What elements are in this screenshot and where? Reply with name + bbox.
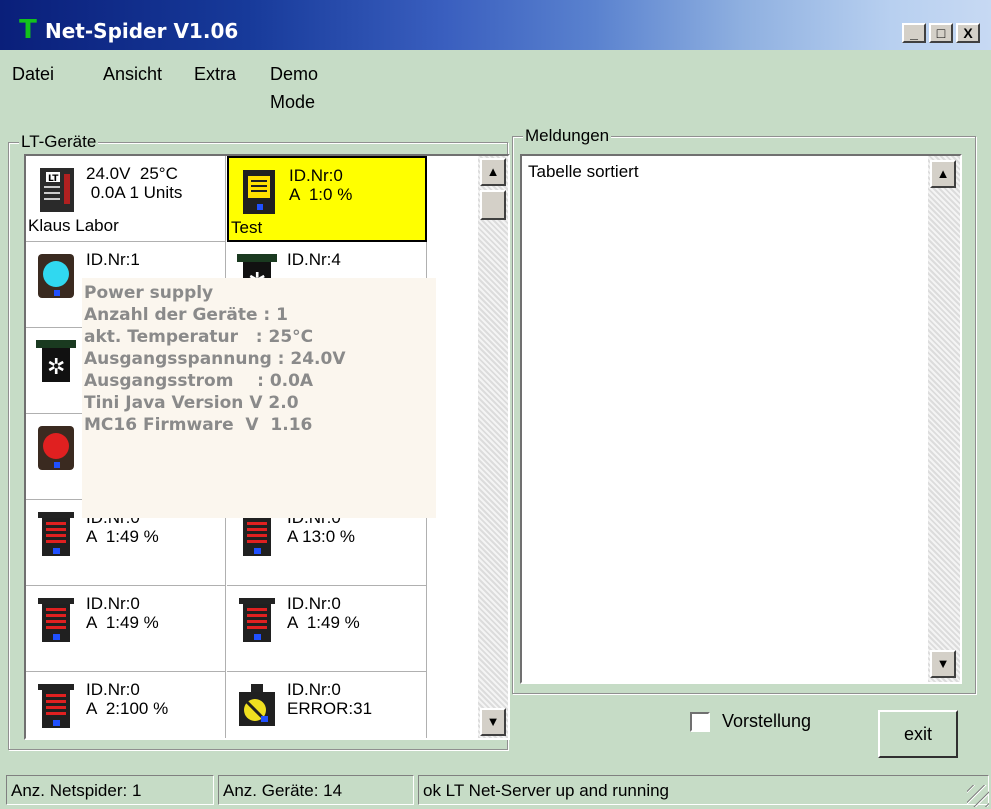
device-id-label: ID.Nr:0 bbox=[287, 680, 341, 699]
messages-scroll-up-button[interactable]: ▲ bbox=[930, 160, 956, 188]
title-bar[interactable]: T Net-Spider V1.06 _ □ X bbox=[0, 0, 991, 50]
device-status-label: ERROR:31 bbox=[287, 699, 373, 718]
status-message: ok LT Net-Server up and running bbox=[418, 775, 989, 805]
tooltip-line: Ausgangsstrom : 0.0A bbox=[84, 371, 314, 391]
device-status-label: A 1:49 % bbox=[287, 613, 360, 632]
vorstellung-checkbox[interactable] bbox=[690, 712, 710, 732]
red-module-icon bbox=[34, 680, 78, 730]
device-id-label: ID.Nr:0 bbox=[86, 594, 140, 613]
device-id-label: ID.Nr:4 bbox=[287, 250, 341, 269]
exit-button[interactable]: exit bbox=[878, 710, 958, 758]
app-icon[interactable]: T bbox=[14, 17, 42, 43]
status-netspider-count: Anz. Netspider: 1 bbox=[6, 775, 214, 805]
svg-text:LT: LT bbox=[48, 174, 59, 184]
devices-group-label: LT-Geräte bbox=[19, 131, 99, 153]
fan-module-icon: ✲ bbox=[34, 336, 78, 386]
red-module-icon bbox=[34, 594, 78, 644]
tooltip-line: MC16 Firmware V 1.16 bbox=[84, 415, 313, 435]
scroll-down-button[interactable]: ▼ bbox=[480, 708, 506, 736]
menu-datei[interactable]: Datei bbox=[12, 60, 54, 88]
cyan-lamp-module-icon bbox=[34, 250, 78, 300]
menu-demo-mode[interactable]: Demo Mode bbox=[270, 60, 318, 116]
device-cell[interactable]: ID.Nr:0A 1:49 % bbox=[227, 586, 427, 672]
messages-scrollbar[interactable]: ▲ ▼ bbox=[928, 156, 960, 682]
device-id-label: ID.Nr:1 bbox=[86, 250, 140, 269]
messages-group-label: Meldungen bbox=[523, 125, 612, 147]
menu-ansicht[interactable]: Ansicht bbox=[103, 60, 162, 88]
window-title: Net-Spider V1.06 bbox=[45, 19, 239, 43]
messages-list[interactable]: Tabelle sortiert ▲ ▼ bbox=[520, 154, 962, 684]
svg-text:✲: ✲ bbox=[47, 355, 65, 380]
device-status-label: A 1:49 % bbox=[86, 527, 159, 546]
messages-scroll-down-button[interactable]: ▼ bbox=[930, 650, 956, 678]
device-cell[interactable]: ID.Nr:0 A 1:0 % Test bbox=[227, 156, 427, 242]
tooltip-line: Anzahl der Geräte : 1 bbox=[84, 305, 288, 325]
red-lamp-module-icon bbox=[34, 422, 78, 472]
device-name-label: Klaus Labor bbox=[28, 216, 119, 235]
device-cell[interactable]: ID.Nr:0 ERROR:31 bbox=[227, 672, 427, 738]
devices-scrollbar[interactable]: ▲ ▼ bbox=[478, 156, 508, 738]
device-id-label: ID.Nr:0 bbox=[86, 680, 140, 699]
device-status-label: A 1:49 % bbox=[86, 613, 159, 632]
minimize-button[interactable]: _ bbox=[902, 23, 926, 43]
message-entry: Tabelle sortiert bbox=[528, 162, 639, 181]
tooltip-line: Ausgangsspannung : 24.0V bbox=[84, 349, 346, 369]
lt-controller-icon: LT bbox=[34, 164, 78, 214]
red-module-icon bbox=[235, 594, 279, 644]
resize-grip[interactable] bbox=[967, 785, 989, 807]
close-button[interactable]: X bbox=[956, 23, 980, 43]
tooltip-line: Power supply bbox=[84, 283, 214, 303]
menu-extra[interactable]: Extra bbox=[194, 60, 236, 88]
red-module-icon bbox=[34, 508, 78, 558]
device-id-label: ID.Nr:0 bbox=[289, 166, 343, 185]
device-cell[interactable]: LT 24.0V 25°C 0.0A 1 Units Klaus Labor bbox=[26, 156, 226, 242]
maximize-button[interactable]: □ bbox=[929, 23, 953, 43]
device-cell[interactable]: ID.Nr:0 A 2:100 % bbox=[26, 672, 226, 738]
device-status-label: A 13:0 % bbox=[287, 527, 356, 546]
yellow-module-icon bbox=[237, 166, 281, 216]
device-name-label: Test bbox=[231, 218, 263, 237]
scroll-thumb[interactable] bbox=[480, 190, 506, 220]
device-status-label: A 2:100 % bbox=[86, 699, 169, 718]
device-status-label: 0.0A 1 Units bbox=[86, 183, 183, 202]
device-cell[interactable]: ID.Nr:0A 1:49 % bbox=[26, 586, 226, 672]
tooltip-line: akt. Temperatur : 25°C bbox=[84, 327, 314, 347]
device-info-tooltip: Power supply Anzahl der Geräte : 1 akt. … bbox=[82, 278, 436, 518]
device-id-label: ID.Nr:0 bbox=[287, 594, 341, 613]
device-id-label: 24.0V 25°C bbox=[86, 164, 178, 183]
status-bar: Anz. Netspider: 1 Anz. Geräte: 14 ok LT … bbox=[0, 775, 991, 809]
device-status-label: A 1:0 % bbox=[289, 185, 353, 204]
scroll-up-button[interactable]: ▲ bbox=[480, 158, 506, 186]
status-device-count: Anz. Geräte: 14 bbox=[218, 775, 414, 805]
tooltip-line: Tini Java Version V 2.0 bbox=[84, 393, 299, 413]
vorstellung-label[interactable]: Vorstellung bbox=[722, 710, 811, 732]
error-module-icon bbox=[235, 680, 279, 730]
